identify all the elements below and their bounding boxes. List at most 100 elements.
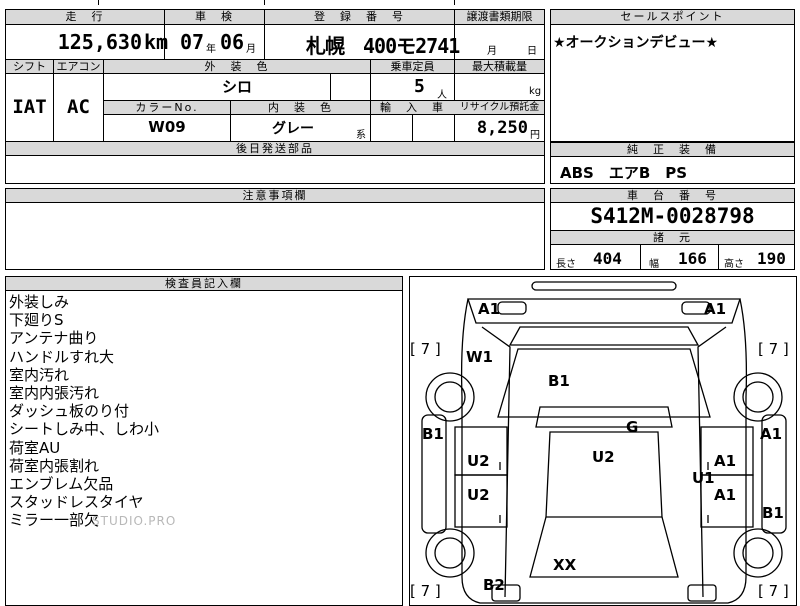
max-load-unit: kg bbox=[529, 86, 542, 97]
remark-line: スタッドレスタイヤ bbox=[9, 493, 144, 512]
damage-label: B1 bbox=[422, 425, 444, 443]
inspection-header: 車 検 bbox=[195, 10, 234, 23]
length-value: 404 bbox=[593, 249, 622, 268]
col-line bbox=[718, 244, 719, 270]
sales-point-header: セールスポイント bbox=[620, 10, 725, 23]
inspector-remarks-list: 外装しみ 下廻りS アンテナ曲り ハンドルすれ大 室内汚れ 室内内張汚れ ダッシ… bbox=[9, 293, 389, 530]
row-line bbox=[550, 24, 795, 25]
remark-line: 室内内張汚れ bbox=[9, 384, 100, 403]
damage-label: A1 bbox=[760, 425, 783, 443]
watermark: STUDIO.PRO bbox=[92, 514, 177, 528]
exterior-color-value: シロ bbox=[221, 78, 252, 96]
row-line bbox=[5, 202, 545, 203]
row-line bbox=[550, 244, 795, 245]
height-value: 190 bbox=[757, 249, 786, 268]
remark-line: アンテナ曲り bbox=[9, 329, 99, 348]
aircon-header: エアコン bbox=[56, 60, 101, 73]
wheel-rear-left-inner-shape bbox=[434, 537, 466, 569]
damage-label: [ 7 ] bbox=[758, 340, 789, 358]
equipment-header: 純 正 装 備 bbox=[627, 143, 718, 156]
sales-point-box bbox=[550, 9, 795, 142]
top-strip-divider bbox=[454, 0, 455, 5]
damage-label: B2 bbox=[483, 576, 505, 594]
damage-label: A1 bbox=[478, 300, 501, 318]
windshield-shape bbox=[508, 326, 700, 346]
wheel-front-right-shape bbox=[733, 372, 783, 422]
inspection-month: 06 bbox=[220, 30, 245, 54]
specs-header: 諸 元 bbox=[653, 231, 692, 244]
capacity-value: 5 bbox=[414, 76, 425, 97]
col-line bbox=[370, 59, 371, 100]
top-strip-divider bbox=[98, 0, 99, 5]
width-label: 幅 bbox=[649, 259, 659, 270]
shift-header: シフト bbox=[13, 60, 46, 73]
damage-label: U2 bbox=[467, 486, 490, 504]
row-line bbox=[550, 156, 795, 157]
max-load-header: 最大積載量 bbox=[472, 60, 527, 73]
taillight-right-shape bbox=[687, 584, 717, 602]
inspection-year: 07 bbox=[180, 30, 205, 54]
remark-line: ミラー一部欠 bbox=[9, 511, 100, 530]
registration-header: 登 録 番 号 bbox=[314, 10, 405, 23]
chassis-value: S412M-0028798 bbox=[590, 204, 755, 228]
remark-line: 下廻りS bbox=[9, 311, 64, 330]
center-panel-shape bbox=[545, 431, 663, 518]
col-line bbox=[640, 244, 641, 270]
damage-label: U2 bbox=[592, 448, 615, 466]
color-no-header: カラーNo. bbox=[135, 101, 199, 114]
width-value: 166 bbox=[678, 249, 707, 268]
remark-line: シートしみ中、しわ小 bbox=[9, 420, 160, 439]
row-line bbox=[5, 24, 545, 25]
damage-label: [ 7 ] bbox=[410, 340, 441, 358]
interior-color-suffix: 系 bbox=[356, 130, 366, 141]
capacity-header: 乗車定員 bbox=[390, 60, 435, 73]
mileage-unit: km bbox=[144, 30, 169, 54]
mileage-value: 125,630 bbox=[57, 30, 142, 54]
col-line bbox=[370, 100, 371, 141]
remark-line: ハンドルすれ大 bbox=[9, 347, 115, 366]
damage-label: A1 bbox=[704, 300, 727, 318]
wheel-front-left-inner-shape bbox=[434, 381, 466, 413]
capacity-unit: 人 bbox=[437, 90, 447, 101]
transfer-day-unit: 日 bbox=[527, 46, 537, 57]
wheel-rear-right-inner-shape bbox=[742, 537, 774, 569]
remark-line: 荷室内張割れ bbox=[9, 456, 100, 475]
registration-value: 札幌 400モ2741 bbox=[306, 34, 460, 58]
inspection-year-unit: 年 bbox=[206, 44, 216, 55]
top-strip-divider bbox=[264, 0, 265, 5]
transfer-header: 譲渡書類期限 bbox=[466, 10, 533, 23]
length-label: 長さ bbox=[556, 259, 576, 270]
shift-value: IAT bbox=[12, 96, 47, 118]
remark-line: 荷室AU bbox=[9, 438, 61, 457]
import-header: 輸 入 車 bbox=[380, 101, 445, 114]
wheel-front-right-inner-shape bbox=[742, 381, 774, 413]
color-no-value: W09 bbox=[148, 118, 186, 136]
inspection-month-unit: 月 bbox=[246, 44, 256, 55]
later-parts-header: 後日発送部品 bbox=[236, 142, 314, 155]
row-line bbox=[103, 73, 545, 74]
damage-label: [ 7 ] bbox=[758, 582, 789, 600]
wheel-rear-left-shape bbox=[425, 528, 475, 578]
sales-point-text: ★オークションデビュー★ bbox=[553, 35, 719, 51]
damage-label: [ 7 ] bbox=[410, 582, 441, 600]
interior-color-value: グレー bbox=[272, 121, 314, 137]
damage-label: A1 bbox=[714, 452, 737, 470]
wheel-rear-right-shape bbox=[733, 528, 783, 578]
transfer-month-unit: 月 bbox=[487, 46, 497, 57]
row-line bbox=[103, 114, 545, 115]
headlight-left-shape bbox=[497, 301, 527, 315]
remark-line: ダッシュ板のり付 bbox=[9, 402, 130, 421]
recycle-header: リサイクル預託金 bbox=[459, 102, 540, 113]
car-diagram-box bbox=[409, 276, 797, 606]
remark-line: エンブレム欠品 bbox=[9, 475, 114, 494]
damage-label: B1 bbox=[548, 372, 570, 390]
remark-line: 室内汚れ bbox=[9, 365, 70, 384]
recycle-value: 8,250 bbox=[476, 118, 528, 138]
col-line bbox=[230, 100, 231, 141]
equipment-value: ABS エアB PS bbox=[560, 164, 688, 182]
recycle-unit: 円 bbox=[530, 130, 540, 141]
row-line bbox=[550, 202, 795, 203]
col-line bbox=[264, 9, 265, 59]
damage-label: A1 bbox=[714, 486, 737, 504]
car-diagram-svg bbox=[421, 281, 787, 604]
